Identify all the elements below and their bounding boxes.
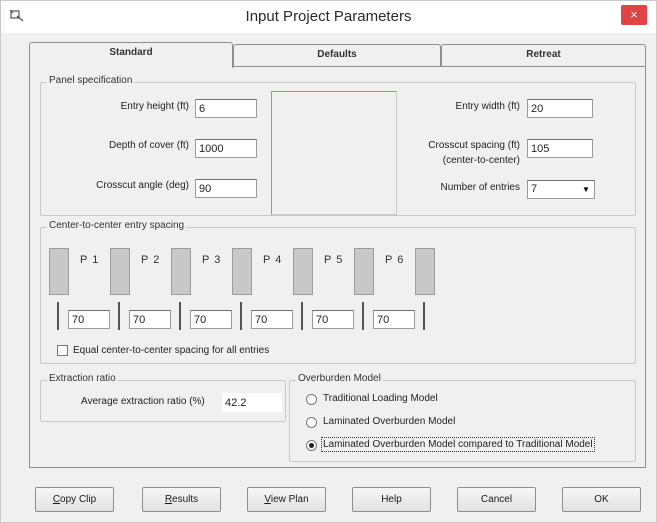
entry-spacing-title: Center-to-center entry spacing [47, 220, 187, 231]
number-of-entries-label: Number of entries [440, 182, 520, 193]
ok-button[interactable]: OK [562, 487, 641, 512]
view-plan-button[interactable]: View Plan [247, 487, 326, 512]
chevron-down-icon[interactable]: ▼ [579, 182, 593, 197]
dialog-window: Input Project Parameters × Standard Defa… [0, 0, 657, 523]
spacing-tick [57, 302, 59, 330]
spacing-tick [118, 302, 120, 330]
panel-specification-title: Panel specification [47, 75, 135, 86]
radio-traditional-loading-label[interactable]: Traditional Loading Model [323, 393, 438, 404]
equal-spacing-label[interactable]: Equal center-to-center spacing for all e… [73, 345, 269, 356]
extraction-ratio-group: Extraction ratio Average extraction rati… [40, 373, 286, 422]
copy-clip-button[interactable]: Copy Clip [35, 487, 114, 512]
cancel-button[interactable]: Cancel [457, 487, 536, 512]
radio-laminated-compared-label[interactable]: Laminated Overburden Model compared to T… [321, 437, 595, 452]
radio-traditional-loading[interactable] [306, 394, 317, 405]
spacing-tick [179, 302, 181, 330]
results-button[interactable]: Results [142, 487, 221, 512]
pillar-label: P 3 [202, 254, 222, 266]
radio-laminated-compared[interactable] [306, 440, 317, 451]
pillar-column [110, 248, 130, 295]
radio-laminated-overburden-label[interactable]: Laminated Overburden Model [323, 416, 455, 427]
crosscut-spacing-label: Crosscut spacing (ft) [428, 140, 520, 151]
overburden-model-title: Overburden Model [296, 373, 383, 384]
depth-of-cover-label: Depth of cover (ft) [108, 140, 189, 151]
pillar-label: P 1 [80, 254, 100, 266]
radio-laminated-overburden[interactable] [306, 417, 317, 428]
title-bar[interactable]: Input Project Parameters × [1, 1, 656, 33]
tab-panel-standard: Panel specification Entry height (ft) De… [29, 66, 646, 468]
entry-height-label: Entry height (ft) [120, 101, 189, 112]
pillar-column [49, 248, 69, 295]
spacing-field-p5[interactable] [312, 310, 354, 329]
entry-width-label: Entry width (ft) [455, 101, 520, 112]
pillar-column [293, 248, 313, 295]
spacing-field-p4[interactable] [251, 310, 293, 329]
pillar-column [171, 248, 191, 295]
depth-of-cover-field[interactable] [195, 139, 257, 158]
crosscut-spacing-field[interactable] [527, 139, 593, 158]
crosscut-spacing-sublabel: (center-to-center) [442, 155, 520, 166]
spacing-field-p1[interactable] [68, 310, 110, 329]
spacing-field-p2[interactable] [129, 310, 171, 329]
overburden-model-group: Overburden Model Traditional Loading Mod… [289, 373, 636, 462]
pillar-label: P 4 [263, 254, 283, 266]
close-button[interactable]: × [621, 5, 647, 25]
pillar-label: P 2 [141, 254, 161, 266]
panel-specification-group: Panel specification Entry height (ft) De… [40, 75, 636, 216]
extraction-ratio-label: Average extraction ratio (%) [81, 396, 205, 407]
spacing-tick [301, 302, 303, 330]
spacing-field-p6[interactable] [373, 310, 415, 329]
tab-defaults[interactable]: Defaults [233, 44, 441, 66]
pillar-column [232, 248, 252, 295]
crosscut-angle-label: Crosscut angle (deg) [96, 180, 189, 191]
extraction-ratio-title: Extraction ratio [47, 373, 118, 384]
extraction-ratio-value [222, 393, 282, 412]
spacing-tick [362, 302, 364, 330]
number-of-entries-value: 7 [531, 183, 538, 195]
spacing-field-p3[interactable] [190, 310, 232, 329]
pillar-label: P 5 [324, 254, 344, 266]
panel-preview-frame [271, 91, 397, 215]
entry-height-field[interactable] [195, 99, 257, 118]
entry-spacing-group: Center-to-center entry spacing P 1 P 2 P… [40, 220, 636, 364]
spacing-tick [240, 302, 242, 330]
tab-standard[interactable]: Standard [29, 42, 233, 68]
help-button[interactable]: Help [352, 487, 431, 512]
spacing-tick [423, 302, 425, 330]
close-icon[interactable]: × [630, 7, 638, 22]
pillar-label: P 6 [385, 254, 405, 266]
window-title: Input Project Parameters [245, 8, 412, 25]
pillar-column [415, 248, 435, 295]
equal-spacing-checkbox[interactable] [57, 345, 68, 356]
crosscut-angle-field[interactable] [195, 179, 257, 198]
entry-width-field[interactable] [527, 99, 593, 118]
pillar-column [354, 248, 374, 295]
tab-retreat[interactable]: Retreat [441, 44, 646, 66]
